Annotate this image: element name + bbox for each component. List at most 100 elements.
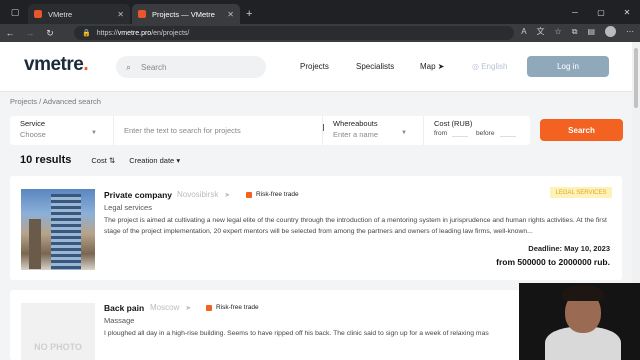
url-field[interactable]: 🔒 https://vmetre.pro/en/projects/ [74,26,514,40]
url-prefix: https:// [96,29,118,37]
sort-arrows-icon: ⇅ [108,155,116,165]
results-count: 10 results [20,154,72,166]
url-path: /en/projects/ [151,29,190,37]
whereabouts-select[interactable]: Whereabouts Enter a name ▼ [322,116,424,145]
risk-free-label: Risk-free trade [256,191,299,198]
risk-free-label: Risk-free trade [216,304,259,311]
tab-title: VMetre [48,9,73,19]
favicon-icon [34,10,42,18]
tab-title: Projects — VMetre [152,9,215,19]
find-button[interactable]: Search [540,119,623,141]
logo[interactable]: vmetre. [24,54,89,76]
browser-tab-projects[interactable]: Projects — VMetre ✕ [132,4,240,24]
scrollbar-thumb[interactable] [634,48,638,108]
cost-before-label: before [476,130,495,137]
sort-date-label: Creation date [129,155,175,165]
chevron-down-icon: ▼ [401,130,407,136]
address-bar-row: ← → ↻ 🔒 https://vmetre.pro/en/projects/ … [0,24,640,42]
sort-date[interactable]: Creation date ▾ [129,156,180,165]
forward-icon[interactable]: → [20,28,40,38]
cost-label: Cost (RUB) [434,119,473,128]
nav-specialists[interactable]: Specialists [356,62,394,71]
read-aloud-icon[interactable]: A [521,27,526,36]
cost-from-label: from [434,130,447,137]
cost-filter: Cost (RUB) from before [424,116,530,145]
project-city-label: Moscow [150,303,180,312]
webcam-person-hair [562,285,604,301]
extensions-icon[interactable]: ⧉ [572,27,578,37]
logo-dot: . [83,54,89,75]
back-icon[interactable]: ← [0,28,20,38]
project-title[interactable]: Private company [104,190,172,200]
results-bar: 10 results Cost ⇅ Creation date ▾ [20,154,194,166]
lock-icon [206,304,212,311]
sort-cost[interactable]: Cost ⇅ [91,156,115,165]
category-tag: LEGAL SERVICES [550,187,612,198]
project-deadline: Deadline: May 10, 2023 [528,244,610,253]
project-text-input[interactable]: Enter the text to search for projects [124,126,241,135]
search-placeholder: Search [141,62,167,72]
risk-free-badge: Risk-free trade [246,191,299,198]
close-tab-icon[interactable]: ✕ [117,10,124,19]
chevron-down-icon: ▼ [91,130,97,136]
cost-from-input[interactable] [452,136,468,137]
site-header: vmetre. ⌕ Search Projects Specialists Ma… [0,42,632,92]
nav-map[interactable]: Map ➤ [420,62,445,71]
caret-down-icon: ▾ [176,155,181,165]
language-label: English [481,62,508,71]
service-select[interactable]: Service Choose ▼ [10,116,114,145]
favicon-icon [138,10,146,18]
cost-before-input[interactable] [500,136,516,137]
no-photo-placeholder: NO PHOTO [21,303,95,360]
login-button[interactable]: Log in [527,56,609,77]
url-host: vmetre.pro [117,29,152,37]
language-switch[interactable]: ◎ English [472,62,507,71]
risk-free-badge: Risk-free trade [206,304,259,311]
translate-icon[interactable]: 文 [537,26,545,37]
globe-icon: ◎ [472,62,479,71]
whereabouts-label: Whereabouts [333,119,378,128]
webcam-overlay [519,283,640,360]
browser-tabbar: ▢ VMetre ✕ Projects — VMetre ✕ + ─ ▢ ✕ [0,0,640,24]
tab-actions-icon[interactable]: ▢ [6,3,24,21]
close-window-icon[interactable]: ✕ [614,0,640,24]
whereabouts-value: Enter a name [333,130,379,139]
project-city: Moscow ➤ [150,303,191,312]
new-tab-icon[interactable]: + [246,8,252,20]
browser-tab-vmetre[interactable]: VMetre ✕ [28,4,130,24]
browser-toolbar: A 文 ☆ ⧉ ▤ ⋯ [521,26,634,37]
refresh-icon[interactable]: ↻ [40,28,60,39]
project-photo[interactable] [21,189,95,270]
minimize-icon[interactable]: ─ [562,0,588,24]
favorites-icon[interactable]: ☆ [555,27,562,36]
service-value: Choose [20,130,46,139]
nav-map-label: Map [420,62,436,71]
project-city: Novosibirsk ➤ [177,190,230,199]
project-city-label: Novosibirsk [177,190,219,199]
project-card[interactable]: Private company Novosibirsk ➤ Risk-free t… [10,176,622,280]
profile-icon[interactable] [605,26,616,37]
lock-icon: 🔒 [82,30,91,37]
location-arrow-icon: ➤ [224,192,231,199]
close-tab-icon[interactable]: ✕ [227,10,234,19]
logo-text: vmetre [24,54,84,75]
collections-icon[interactable]: ▤ [587,27,595,36]
page-scrollbar[interactable] [632,42,640,283]
search-icon: ⌕ [126,61,132,72]
search-input[interactable]: ⌕ Search [116,56,266,78]
nav-projects[interactable]: Projects [300,62,329,71]
project-category: Massage [104,316,135,325]
maximize-icon[interactable]: ▢ [588,0,614,24]
project-description: I ploughed all day in a high-rise buildi… [104,330,489,337]
project-category: Legal services [104,203,152,212]
location-arrow-icon: ➤ [185,305,192,312]
lock-icon [246,191,252,198]
project-price: from 500000 to 2000000 rub. [496,257,610,267]
window-controls: ─ ▢ ✕ [562,0,640,24]
project-title[interactable]: Back pain [104,303,144,313]
breadcrumb[interactable]: Projects / Advanced search [10,97,101,106]
more-icon[interactable]: ⋯ [626,27,634,36]
sort-cost-label: Cost [91,155,107,165]
filter-bar: Service Choose ▼ Enter the text to searc… [10,116,530,145]
location-arrow-icon: ➤ [437,62,445,71]
